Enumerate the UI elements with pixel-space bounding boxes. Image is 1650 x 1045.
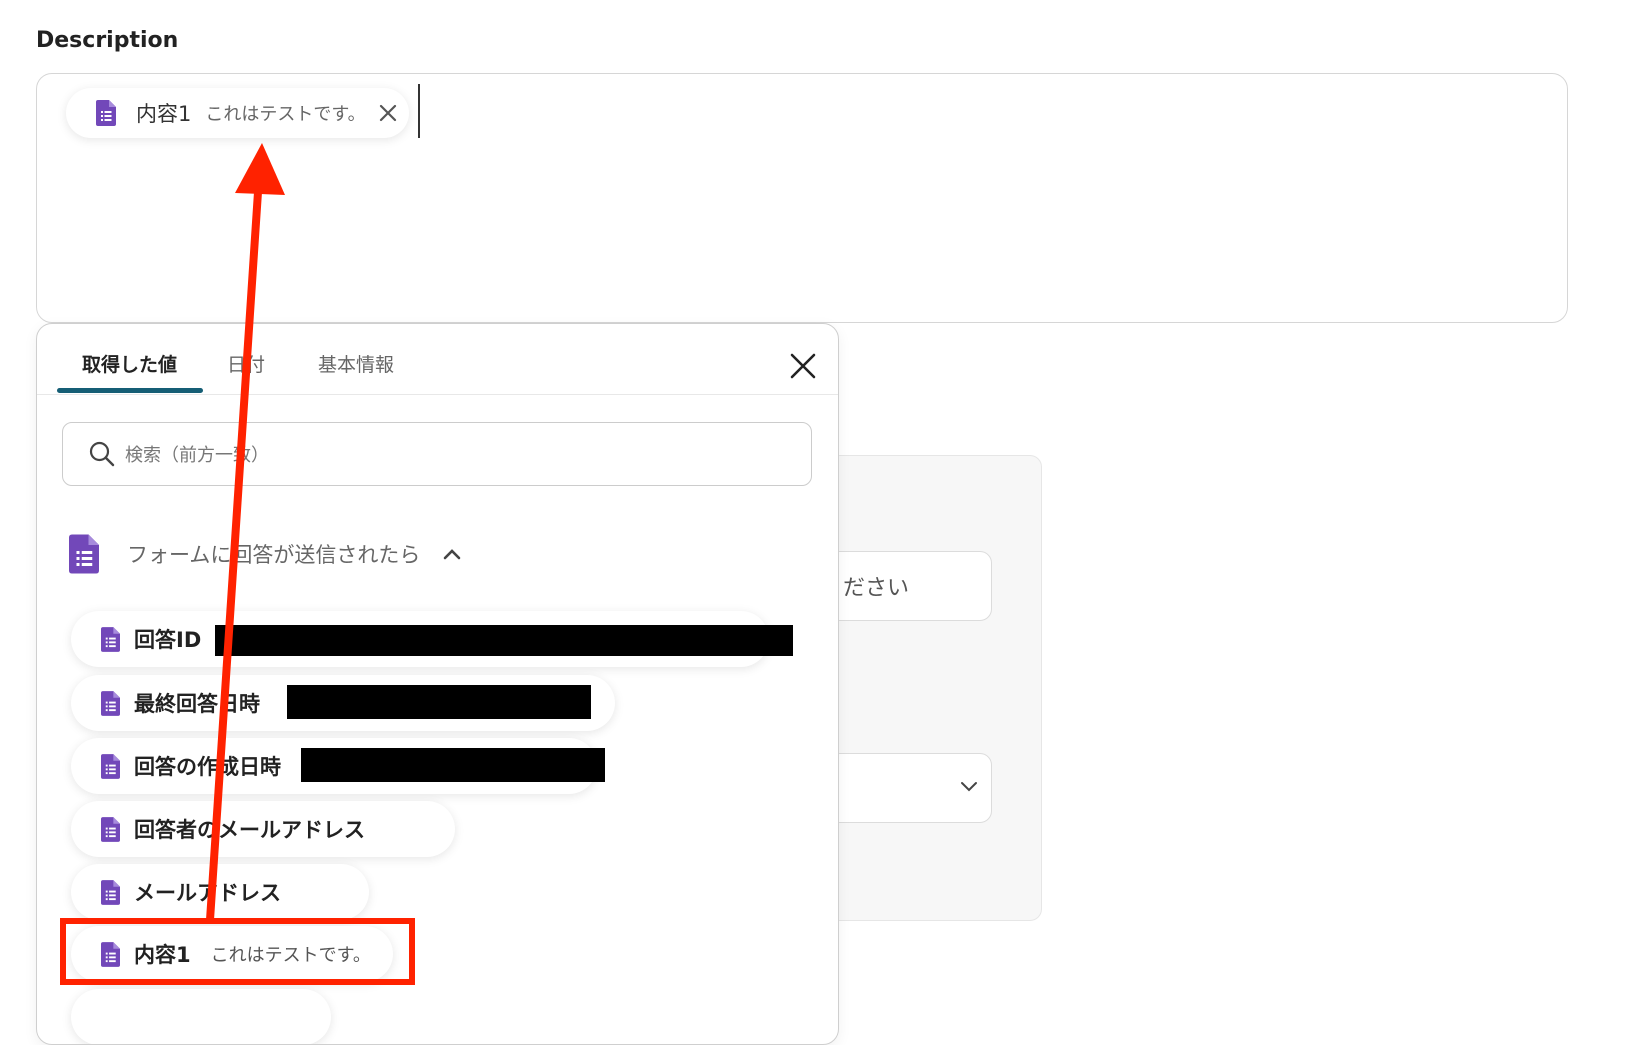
annotation-arrow xyxy=(206,143,285,924)
